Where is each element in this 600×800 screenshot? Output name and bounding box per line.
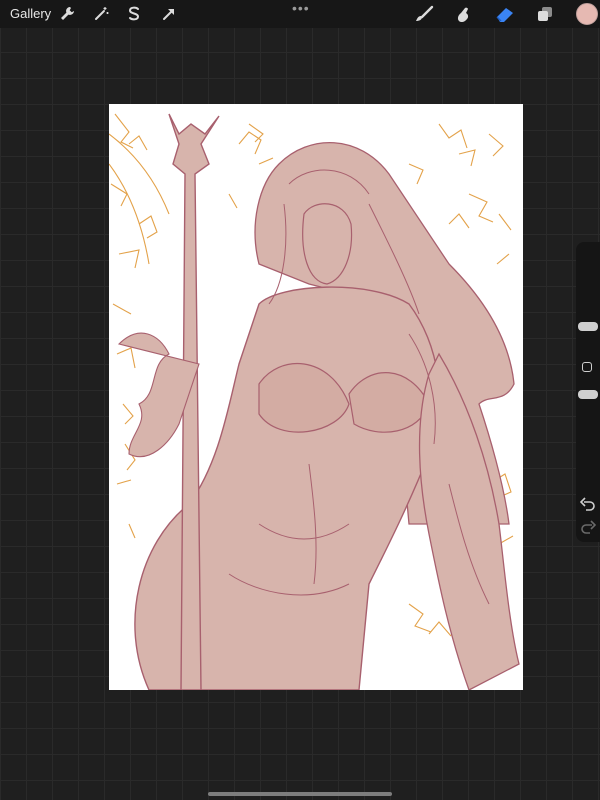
brush-icon[interactable] (414, 5, 434, 23)
opacity-slider[interactable] (578, 390, 598, 399)
magic-wand-icon[interactable] (92, 5, 110, 23)
transform-arrow-icon[interactable] (160, 5, 178, 23)
undo-icon[interactable] (580, 497, 596, 511)
smudge-icon[interactable] (453, 5, 473, 23)
body-shape (134, 286, 441, 690)
top-toolbar: Gallery ••• (0, 0, 600, 28)
layers-icon[interactable] (536, 5, 554, 23)
selection-icon[interactable] (125, 5, 143, 23)
artwork-illustration (109, 113, 520, 690)
home-indicator[interactable] (208, 792, 392, 796)
more-options-dots[interactable]: ••• (292, 0, 310, 16)
redo-icon[interactable] (580, 520, 596, 534)
brush-size-slider[interactable] (578, 322, 598, 331)
eraser-icon[interactable] (494, 5, 516, 23)
modify-button[interactable] (582, 362, 592, 372)
gallery-button[interactable]: Gallery (10, 6, 51, 21)
drawing-canvas[interactable] (109, 104, 523, 690)
side-toolbar (576, 242, 600, 542)
wrench-icon[interactable] (58, 5, 76, 23)
color-swatch[interactable] (576, 3, 598, 25)
